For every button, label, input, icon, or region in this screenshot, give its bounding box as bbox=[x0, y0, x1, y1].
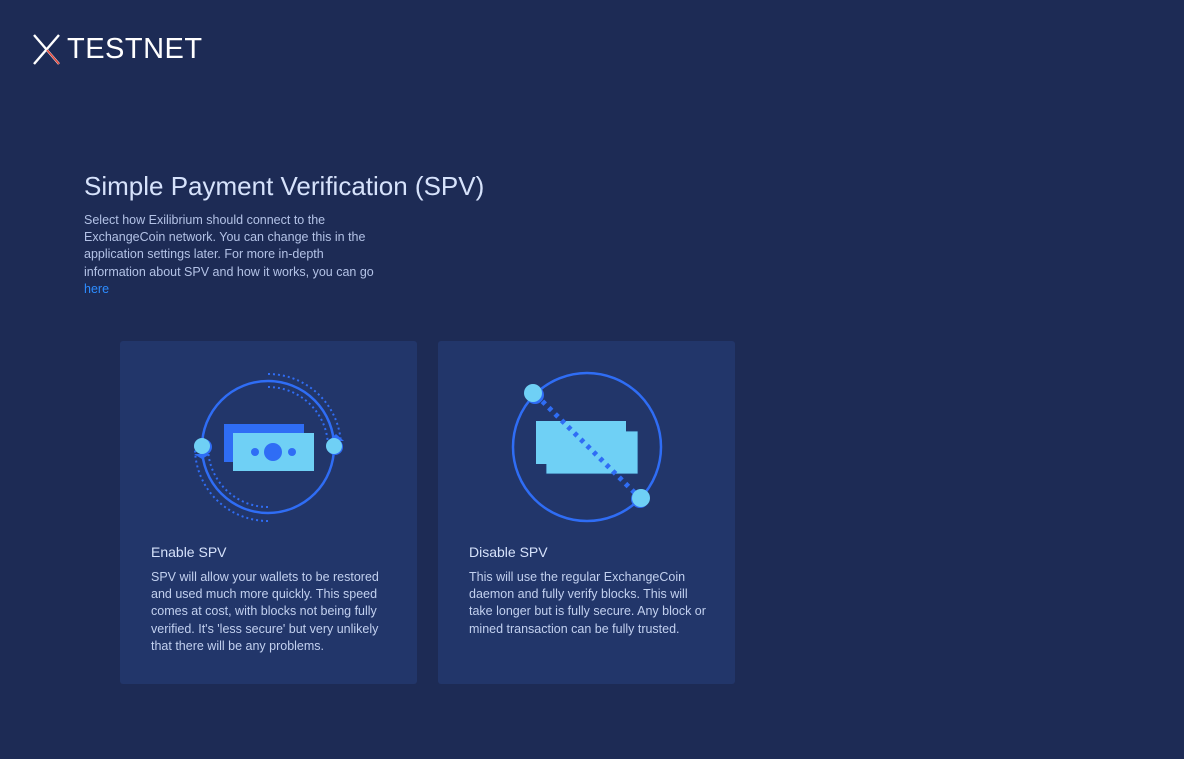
page-title: Simple Payment Verification (SPV) bbox=[84, 171, 485, 201]
enable-spv-title: Enable SPV bbox=[151, 544, 227, 560]
page-description: Select how Exilibrium should connect to … bbox=[84, 212, 384, 298]
app-logo: TESTNET bbox=[31, 31, 203, 67]
enable-spv-description: SPV will allow your wallets to be restor… bbox=[151, 570, 379, 653]
disable-spv-description: This will use the regular ExchangeCoin d… bbox=[469, 570, 706, 636]
disable-spv-title: Disable SPV bbox=[469, 544, 548, 560]
enable-spv-card[interactable]: Enable SPV SPV will allow your wallets t… bbox=[120, 341, 417, 684]
x-mark-logo-icon bbox=[33, 34, 60, 65]
spv-setup-page: TESTNET Simple Payment Verification (SPV… bbox=[0, 0, 1184, 759]
network-label: TESTNET bbox=[67, 32, 203, 65]
description-text: Select how Exilibrium should connect to … bbox=[84, 213, 374, 279]
spv-info-link[interactable]: here bbox=[84, 282, 109, 296]
spv-disabled-icon bbox=[511, 371, 663, 523]
spv-enabled-icon bbox=[193, 373, 344, 522]
disable-spv-card[interactable]: Disable SPV This will use the regular Ex… bbox=[438, 341, 735, 684]
